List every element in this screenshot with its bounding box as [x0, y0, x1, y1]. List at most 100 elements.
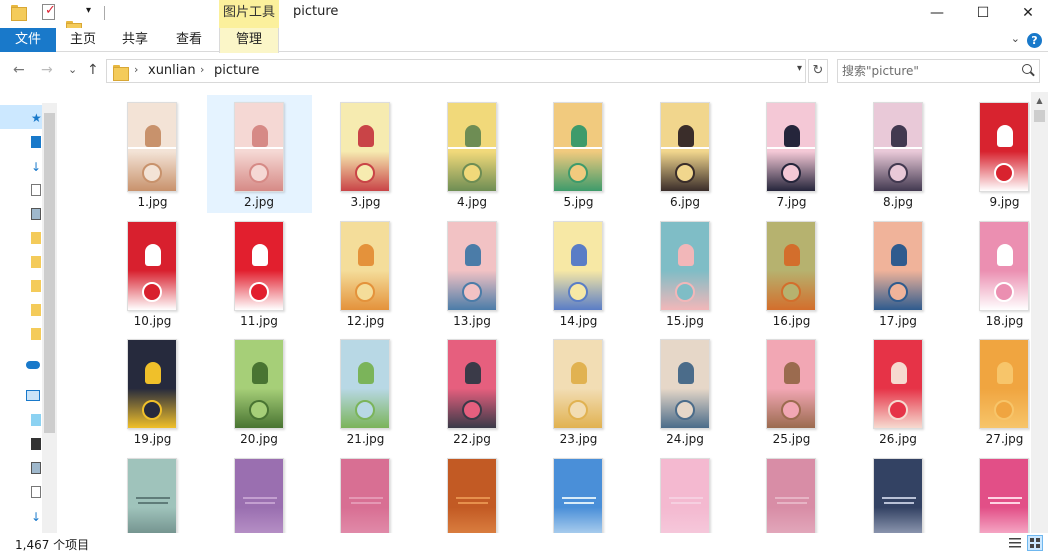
- search-box[interactable]: [837, 59, 1040, 83]
- back-button[interactable]: ←: [13, 62, 25, 78]
- up-button[interactable]: ↑: [87, 62, 99, 78]
- thumbnail-figure: [994, 281, 1014, 302]
- file-list[interactable]: 1.jpg 2.jpg 3.jpg 4.jpg 5.jpg 6.jpg 7.jpg 8.jpg…: [80, 92, 1030, 533]
- pictures-icon[interactable]: [31, 208, 41, 220]
- image-thumbnail: [340, 339, 390, 429]
- 3d-objects-icon[interactable]: [31, 414, 41, 426]
- this-pc-icon[interactable]: [26, 390, 40, 401]
- divider: [104, 6, 105, 20]
- file-item[interactable]: [207, 451, 312, 533]
- file-item[interactable]: 3.jpg: [313, 95, 418, 213]
- file-item[interactable]: 14.jpg: [526, 214, 631, 332]
- file-item[interactable]: [313, 451, 418, 533]
- vertical-scrollbar[interactable]: ▲: [1031, 92, 1048, 533]
- document-icon[interactable]: [31, 184, 41, 196]
- file-item[interactable]: 7.jpg: [739, 95, 844, 213]
- folder-icon[interactable]: [31, 328, 41, 340]
- download-icon[interactable]: ↓: [31, 160, 41, 174]
- file-item[interactable]: 27.jpg: [952, 332, 1030, 450]
- file-item[interactable]: 24.jpg: [633, 332, 738, 450]
- address-dropdown-icon[interactable]: ▾: [797, 63, 802, 74]
- file-item[interactable]: [846, 451, 951, 533]
- tab-file[interactable]: 文件: [0, 28, 56, 52]
- image-thumbnail: [659, 457, 710, 533]
- file-item[interactable]: 25.jpg: [739, 332, 844, 450]
- close-button[interactable]: ✕: [1005, 0, 1048, 28]
- desktop-icon[interactable]: [31, 136, 41, 148]
- forward-button[interactable]: →: [41, 62, 53, 78]
- customize-toolbar-icon[interactable]: ▾: [86, 5, 91, 16]
- file-item[interactable]: 23.jpg: [526, 332, 631, 450]
- nav-scrollbar[interactable]: [42, 103, 57, 533]
- file-item[interactable]: [420, 451, 525, 533]
- details-view-icon[interactable]: [1008, 536, 1022, 550]
- download-icon[interactable]: ↓: [31, 510, 41, 524]
- document-icon[interactable]: [31, 486, 41, 498]
- file-item[interactable]: 22.jpg: [420, 332, 525, 450]
- image-thumbnail: [766, 339, 816, 429]
- file-item[interactable]: [100, 451, 205, 533]
- file-item[interactable]: 20.jpg: [207, 332, 312, 450]
- breadcrumb-xunlian[interactable]: xunlian: [148, 63, 196, 78]
- file-item[interactable]: 21.jpg: [313, 332, 418, 450]
- thumbnail-figure: [145, 362, 161, 384]
- folder-icon[interactable]: [31, 232, 41, 244]
- breadcrumb-chevron-icon[interactable]: ›: [200, 63, 204, 76]
- search-icon[interactable]: [1022, 64, 1032, 74]
- file-item[interactable]: 6.jpg: [633, 95, 738, 213]
- thumbnail-figure: [887, 400, 908, 420]
- scroll-up-arrow-icon[interactable]: ▲: [1031, 92, 1048, 109]
- help-icon[interactable]: ?: [1027, 33, 1042, 48]
- maximize-button[interactable]: ☐: [960, 0, 1006, 28]
- file-name: 17.jpg: [879, 313, 917, 328]
- expand-ribbon-icon[interactable]: ⌄: [1011, 32, 1020, 45]
- scrollbar-thumb[interactable]: [1034, 110, 1045, 122]
- file-item[interactable]: [952, 451, 1030, 533]
- file-item[interactable]: 4.jpg: [420, 95, 525, 213]
- minimize-button[interactable]: —: [914, 0, 960, 28]
- properties-icon[interactable]: ✓: [42, 3, 56, 20]
- file-item[interactable]: 15.jpg: [633, 214, 738, 332]
- file-item[interactable]: 2.jpg: [206, 95, 312, 213]
- breadcrumb-picture[interactable]: picture: [214, 63, 259, 78]
- folder-icon[interactable]: [31, 256, 41, 268]
- large-icons-view-icon[interactable]: [1027, 535, 1043, 551]
- file-item[interactable]: 9.jpg: [952, 95, 1030, 213]
- thumbnail-figure: [358, 125, 374, 147]
- breadcrumb-chevron-icon[interactable]: ›: [134, 63, 138, 76]
- folder-icon[interactable]: [31, 280, 41, 292]
- file-item[interactable]: [739, 451, 844, 533]
- file-item[interactable]: 19.jpg: [100, 332, 205, 450]
- tab-view[interactable]: 查看: [166, 28, 212, 52]
- thumbnail-text-line: [777, 501, 807, 504]
- thumbnail-figure: [568, 163, 588, 183]
- file-item[interactable]: 8.jpg: [846, 95, 951, 213]
- videos-icon[interactable]: [31, 438, 41, 450]
- pictures-icon[interactable]: [31, 462, 41, 474]
- file-item[interactable]: 16.jpg: [739, 214, 844, 332]
- recent-locations-button[interactable]: ⌄: [68, 63, 77, 76]
- file-item[interactable]: 5.jpg: [526, 95, 631, 213]
- folder-icon[interactable]: [11, 4, 27, 21]
- file-item[interactable]: 11.jpg: [207, 214, 312, 332]
- tab-home[interactable]: 主页: [60, 28, 106, 52]
- folder-icon[interactable]: [31, 304, 41, 316]
- onedrive-icon[interactable]: [26, 361, 40, 369]
- nav-scrollbar-thumb[interactable]: [44, 113, 55, 433]
- file-item[interactable]: 10.jpg: [100, 214, 205, 332]
- search-input[interactable]: [842, 62, 1012, 80]
- refresh-button[interactable]: ↻: [808, 59, 828, 83]
- file-item[interactable]: 13.jpg: [420, 214, 525, 332]
- tab-manage[interactable]: 管理: [219, 28, 279, 53]
- file-item[interactable]: 1.jpg: [100, 95, 205, 213]
- tab-share[interactable]: 共享: [112, 28, 158, 52]
- file-item[interactable]: 26.jpg: [846, 332, 951, 450]
- file-item[interactable]: [526, 451, 631, 533]
- file-item[interactable]: 18.jpg: [952, 214, 1030, 332]
- file-item[interactable]: 17.jpg: [846, 214, 951, 332]
- file-item[interactable]: [633, 451, 738, 533]
- file-name: 21.jpg: [346, 432, 385, 446]
- address-bar[interactable]: › xunlian › picture ▾: [106, 59, 806, 83]
- thumbnail-figure: [568, 281, 588, 302]
- file-item[interactable]: 12.jpg: [313, 214, 418, 332]
